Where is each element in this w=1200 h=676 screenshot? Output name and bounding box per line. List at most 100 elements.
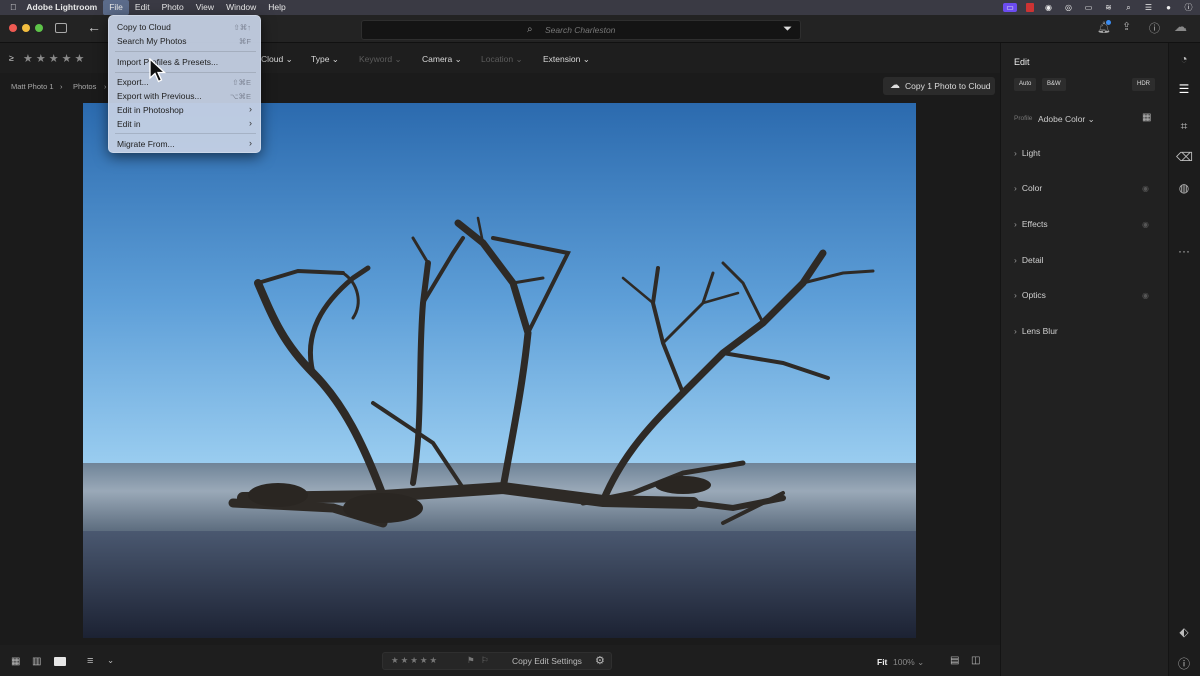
rating-filter-operator[interactable]: ≥ — [9, 53, 14, 63]
macos-menubar:  Adobe Lightroom File Edit Photo View W… — [0, 0, 1200, 15]
compare-view-icon[interactable]: ▤ — [950, 655, 959, 666]
spotlight-search-icon[interactable]: ⌕ — [1123, 3, 1134, 12]
sort-icon[interactable]: ≡ — [87, 655, 93, 667]
hdr-button[interactable]: HDR — [1132, 78, 1155, 91]
tag-icon[interactable]: ⬖ — [1176, 625, 1192, 639]
pick-flag-icon[interactable]: ⚑ — [467, 655, 475, 666]
edit-panel-title: Edit — [1014, 57, 1030, 67]
cloud-status-icon[interactable]: ☁︎ — [1174, 19, 1187, 35]
section-lens-blur[interactable]: › Lens Blur — [1014, 326, 1058, 336]
breadcrumb-root[interactable]: Matt Photo 1 — [11, 82, 54, 91]
submenu-arrow-icon: › — [249, 138, 252, 148]
chevron-right-icon: › — [1014, 183, 1017, 193]
tool-rail — [1168, 43, 1200, 676]
app-tray-icon[interactable] — [1026, 3, 1034, 12]
menu-item-search-my-photos[interactable]: Search My Photos — [117, 36, 186, 46]
control-center-icon[interactable]: ☰ — [1143, 3, 1154, 12]
square-grid-view-icon[interactable]: ▥ — [32, 656, 41, 667]
shortcut-search-my-photos: ⌘F — [238, 37, 251, 46]
sort-chevron-icon[interactable]: ⌄ — [107, 655, 114, 666]
effects-visibility-icon[interactable]: ◉ — [1142, 220, 1149, 229]
healing-eraser-icon[interactable]: ⌫ — [1176, 150, 1193, 164]
breadcrumb-folder[interactable]: Photos — [73, 82, 96, 91]
fit-zoom-button[interactable]: Fit — [877, 657, 887, 667]
menu-item-export[interactable]: Export... — [117, 77, 149, 87]
reject-flag-icon[interactable]: ⚐ — [481, 655, 489, 666]
edit-sliders-icon[interactable]: ☰ — [1176, 82, 1192, 96]
menu-edit[interactable]: Edit — [129, 0, 156, 15]
before-after-icon[interactable]: ◫ — [971, 655, 980, 666]
search-input[interactable]: Search Charleston — [545, 25, 615, 35]
cloud-filter-dropdown[interactable]: Cloud ⌄ — [261, 54, 293, 65]
chevron-right-icon: › — [1014, 219, 1017, 229]
location-filter-dropdown[interactable]: Location ⌄ — [481, 54, 523, 65]
help-icon[interactable]: ⓘ — [1149, 20, 1160, 36]
submenu-arrow-icon: › — [249, 118, 252, 128]
settings-gear-icon[interactable]: ⚙ — [595, 654, 605, 667]
close-window-button[interactable] — [9, 24, 17, 32]
eye-tray-icon[interactable]: ◉ — [1043, 3, 1054, 12]
profile-dropdown[interactable]: Adobe Color ⌄ — [1038, 114, 1095, 125]
grid-view-icon[interactable]: ▦ — [11, 656, 20, 667]
menu-view[interactable]: View — [190, 0, 220, 15]
menu-item-migrate-from[interactable]: Migrate From... — [117, 139, 175, 149]
main-photo[interactable] — [83, 103, 916, 638]
filter-funnel-icon[interactable]: ⏷ — [783, 23, 792, 36]
color-visibility-icon[interactable]: ◉ — [1142, 184, 1149, 193]
menu-item-copy-to-cloud[interactable]: Copy to Cloud — [117, 22, 171, 32]
zoom-level-dropdown[interactable]: 100% ⌄ — [893, 657, 924, 668]
breadcrumb-separator: › — [60, 82, 63, 91]
masking-icon[interactable]: ◍ — [1176, 181, 1192, 195]
detail-view-icon[interactable] — [54, 657, 66, 666]
menu-photo[interactable]: Photo — [156, 0, 190, 15]
siri-icon[interactable]: ● — [1163, 3, 1174, 12]
section-effects[interactable]: › Effects — [1014, 219, 1048, 229]
section-detail[interactable]: › Detail — [1014, 255, 1044, 265]
chevron-right-icon: › — [1014, 148, 1017, 158]
menu-file[interactable]: File — [103, 0, 129, 15]
auto-button[interactable]: Auto — [1014, 78, 1037, 91]
crop-icon[interactable]: ⌗ — [1176, 119, 1192, 134]
info-icon[interactable]: ⓘ — [1176, 655, 1192, 672]
battery-icon[interactable]: ▭ — [1083, 3, 1094, 12]
optics-visibility-icon[interactable]: ◉ — [1142, 291, 1149, 300]
share-icon[interactable]: ⇪ — [1122, 20, 1131, 33]
menu-item-export-with-previous[interactable]: Export with Previous... — [117, 91, 202, 101]
screen-record-icon[interactable]: ▭ — [1003, 3, 1017, 12]
record-tray-icon[interactable]: ◎ — [1063, 3, 1074, 12]
menu-item-edit-in[interactable]: Edit in — [117, 119, 141, 129]
menu-separator — [115, 72, 256, 73]
copy-edit-settings-button[interactable]: Copy Edit Settings — [512, 656, 582, 666]
keyword-filter-dropdown[interactable]: Keyword ⌄ — [359, 54, 402, 65]
extension-filter-dropdown[interactable]: Extension ⌄ — [543, 54, 590, 65]
camera-filter-dropdown[interactable]: Camera ⌄ — [422, 54, 462, 65]
copy-to-cloud-button[interactable]: ☁︎ Copy 1 Photo to Cloud — [883, 77, 995, 95]
minimize-window-button[interactable] — [22, 24, 30, 32]
presets-icon[interactable]: ◔ — [1176, 52, 1192, 66]
back-arrow-icon[interactable]: ← — [87, 19, 101, 35]
profile-browser-icon[interactable]: ▦ — [1142, 112, 1151, 123]
more-tools-icon[interactable]: ··· — [1176, 244, 1192, 258]
menu-help[interactable]: Help — [262, 0, 291, 15]
chevron-right-icon: › — [1014, 290, 1017, 300]
rating-filter-stars[interactable]: ★★★★★ — [23, 52, 87, 65]
wifi-icon[interactable]: ≋ — [1103, 3, 1114, 12]
apple-icon[interactable]:  — [0, 0, 22, 15]
zoom-window-button[interactable] — [35, 24, 43, 32]
menu-window[interactable]: Window — [220, 0, 262, 15]
menu-item-import-profiles-presets[interactable]: Import Profiles & Presets... — [117, 57, 218, 67]
bw-button[interactable]: B&W — [1042, 78, 1066, 91]
type-filter-dropdown[interactable]: Type ⌄ — [311, 54, 339, 65]
shortcut-export: ⇧⌘E — [232, 78, 251, 87]
search-bar[interactable]: ⌕ Search Charleston ⏷ — [361, 20, 801, 40]
app-name-menu[interactable]: Adobe Lightroom — [22, 0, 103, 15]
menu-item-edit-in-photoshop[interactable]: Edit in Photoshop — [117, 105, 184, 115]
section-light[interactable]: › Light — [1014, 148, 1040, 158]
sidebar-toggle-icon[interactable] — [55, 23, 67, 33]
info-tray-icon[interactable]: ⓘ — [1183, 3, 1194, 12]
section-color[interactable]: › Color — [1014, 183, 1042, 193]
star-rating-control[interactable]: ★★★★★ — [391, 655, 439, 666]
copy-to-cloud-label: Copy 1 Photo to Cloud — [905, 81, 991, 91]
section-optics[interactable]: › Optics — [1014, 290, 1046, 300]
breadcrumb-separator: › — [104, 82, 107, 91]
